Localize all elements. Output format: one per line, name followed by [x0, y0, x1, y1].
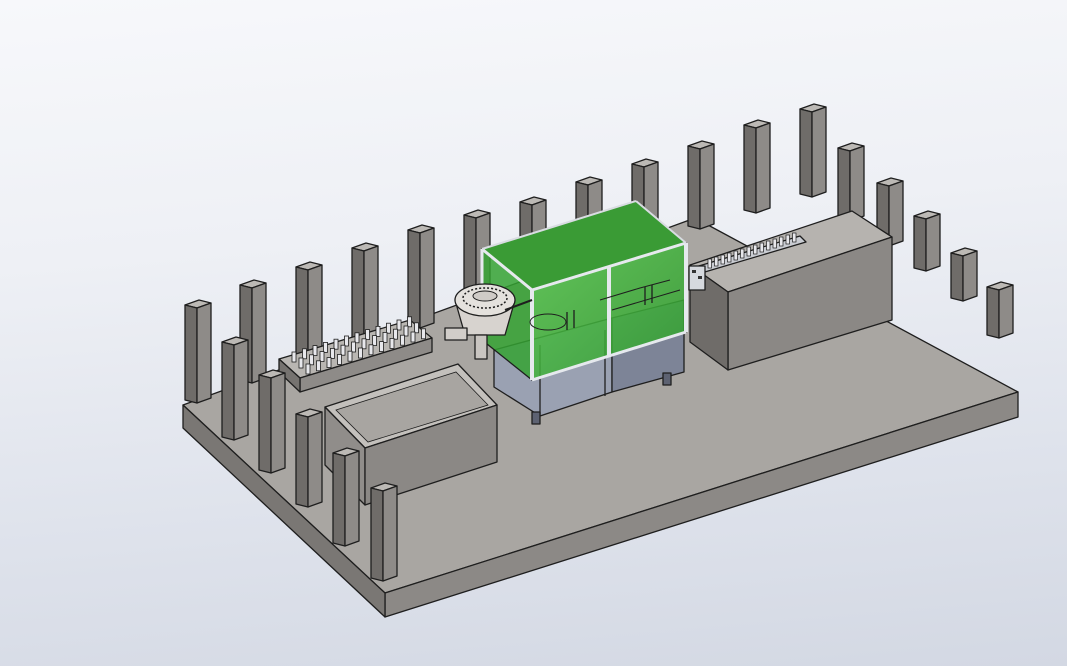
pillar — [184, 299, 212, 404]
bottle — [358, 347, 363, 359]
bottle — [305, 363, 311, 375]
bottle — [382, 331, 388, 343]
bottle — [319, 351, 325, 363]
bottle — [340, 344, 346, 356]
bottle — [733, 250, 738, 261]
pillar — [837, 142, 865, 222]
control-panel[interactable] — [688, 265, 706, 291]
bottle — [707, 258, 712, 269]
bottle — [368, 344, 374, 356]
pillar — [221, 336, 249, 441]
bottle — [386, 322, 391, 334]
bottle — [400, 334, 405, 346]
pillar — [986, 281, 1014, 339]
pillar — [295, 408, 323, 508]
bottle — [785, 234, 790, 245]
assembly-model[interactable] — [0, 0, 1067, 666]
bottle — [361, 338, 367, 350]
bottle — [354, 332, 360, 344]
bottle — [316, 360, 321, 372]
pillar — [332, 447, 360, 547]
bottle — [393, 328, 398, 340]
bottle — [410, 331, 416, 343]
bottle — [330, 347, 335, 359]
bottle — [312, 345, 318, 357]
bottle — [759, 242, 764, 253]
bottle — [740, 248, 745, 259]
bottle — [727, 252, 732, 263]
bottle — [792, 232, 797, 243]
pillar — [950, 247, 978, 302]
bottle — [347, 350, 353, 362]
bottle — [779, 236, 784, 247]
cad-viewport[interactable] — [0, 0, 1067, 666]
bottle — [772, 238, 777, 249]
bottle — [333, 338, 339, 350]
bottle — [344, 335, 349, 347]
pillar — [687, 140, 715, 230]
bottle — [351, 341, 356, 353]
pillar — [743, 119, 771, 214]
bottle — [291, 351, 297, 363]
bottle — [753, 244, 758, 255]
bottle — [746, 246, 751, 257]
bottle — [414, 322, 419, 334]
bottle — [372, 335, 377, 347]
bottle — [326, 357, 332, 369]
bottle — [407, 316, 412, 328]
bottle — [766, 240, 771, 251]
bottle — [302, 348, 307, 360]
pillar — [913, 210, 941, 272]
bottle — [403, 325, 409, 337]
pillar — [407, 224, 435, 329]
bottle — [396, 319, 402, 331]
bottle — [323, 341, 328, 353]
pillar — [799, 103, 827, 198]
bottle — [375, 325, 381, 337]
bottle — [421, 328, 426, 340]
pillar — [370, 482, 398, 582]
bottle — [389, 337, 395, 349]
bottle — [365, 329, 370, 341]
pillar — [258, 369, 286, 474]
bottle — [714, 256, 719, 267]
bottle — [298, 357, 304, 369]
bottle — [337, 353, 342, 365]
bottle — [720, 254, 725, 265]
bottle — [379, 341, 384, 353]
bottle — [309, 354, 314, 366]
